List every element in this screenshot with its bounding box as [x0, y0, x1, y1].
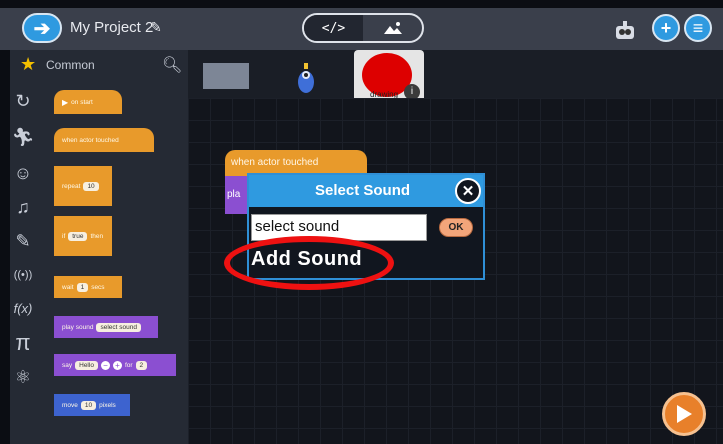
control-category-icon[interactable]: ↻ [10, 88, 36, 114]
hamburger-icon: ≡ [692, 17, 704, 38]
block-label: move [62, 401, 78, 409]
code-view-label: </> [321, 20, 346, 36]
block-value[interactable]: true [68, 231, 88, 241]
looks-category-icon[interactable]: ☺ [10, 160, 36, 186]
block-label: say [62, 361, 73, 369]
block-value[interactable]: Hello [75, 360, 98, 370]
palette-block-wait[interactable]: wait 1 secs [54, 276, 122, 298]
menu-button[interactable]: ≡ [684, 14, 712, 42]
palette-block-play-sound[interactable]: play sound select sound [54, 316, 158, 338]
physics-category-icon[interactable]: ⚛ [10, 364, 36, 390]
block-value[interactable]: 1 [76, 282, 89, 292]
code-view-tab[interactable]: </> [304, 15, 363, 41]
block-suffix: for [124, 361, 133, 369]
back-arrow-icon: ➔ [33, 17, 51, 40]
stage-view-tab[interactable] [363, 15, 422, 41]
pen-category-icon[interactable]: ✎ [10, 228, 36, 254]
drawing-thumbnail[interactable]: drawing i [354, 50, 424, 102]
block-label: repeat [62, 182, 81, 190]
palette-block-repeat[interactable]: repeat 10 [54, 166, 112, 206]
palette-block-when-actor-touched[interactable]: when actor touched [54, 128, 154, 152]
close-button[interactable]: ✕ [455, 178, 481, 204]
dialog-title: Select Sound [315, 182, 411, 199]
back-button[interactable]: ➔ [22, 13, 62, 43]
block-label: play sound [62, 323, 94, 331]
edit-pencil-icon[interactable]: ✎ [150, 19, 162, 36]
math-category-icon[interactable]: π [10, 330, 36, 356]
app-root: ➔ My Project 2 ✎ </> + ≡ ★ Common 🔍︎ ↻ 🏃… [0, 0, 723, 444]
block-suffix: pixels [99, 401, 116, 409]
block-label: wait [62, 283, 74, 291]
play-button[interactable] [662, 392, 706, 436]
dialog-header: Select Sound ✕ [249, 175, 483, 207]
workspace-block-play-sound[interactable]: pla [225, 176, 249, 214]
ok-button[interactable]: OK [439, 218, 473, 237]
block-value[interactable]: select sound [96, 322, 141, 332]
palette-block-move[interactable]: move 10 pixels [54, 394, 130, 416]
motion-category-icon[interactable]: 🏃︎ [10, 124, 36, 150]
block-label: when actor touched [231, 157, 319, 168]
block-label: when actor touched [62, 136, 119, 144]
block-suffix: secs [91, 283, 105, 291]
plus-icon: + [660, 17, 672, 38]
category-title: Common [46, 58, 95, 72]
project-title[interactable]: My Project 2 [70, 19, 153, 36]
search-icon[interactable]: 🔍︎ [162, 55, 182, 75]
block-label: on start [71, 98, 93, 106]
functions-category-icon[interactable]: f(x) [10, 296, 36, 322]
landscape-icon [383, 22, 402, 34]
minus-icon[interactable]: − [100, 360, 110, 370]
sensing-category-icon[interactable]: ((•)) [10, 262, 36, 288]
plus-icon[interactable]: + [112, 360, 122, 370]
play-icon: ▶ [62, 97, 69, 107]
top-bar: ➔ My Project 2 ✎ </> + ≡ [0, 8, 723, 50]
sound-category-icon[interactable]: ♫ [10, 194, 36, 220]
highlight-annotation [224, 236, 394, 290]
block-label: pla [227, 189, 241, 200]
view-toggle[interactable]: </> [302, 13, 424, 43]
block-value[interactable]: 10 [83, 181, 99, 191]
block-value[interactable]: 10 [80, 400, 97, 410]
robot-actor-thumbnail[interactable] [294, 62, 318, 96]
palette-block-say[interactable]: say Hello − + for 2 [54, 354, 176, 376]
block-label: if [62, 232, 66, 240]
palette-block-if[interactable]: if true then [54, 216, 112, 256]
close-icon: ✕ [461, 183, 475, 200]
palette-block-on-start[interactable]: ▶ on start [54, 90, 122, 114]
add-button[interactable]: + [652, 14, 680, 42]
background-thumbnail[interactable] [203, 63, 249, 89]
play-icon [677, 405, 692, 423]
asset-bar [188, 50, 723, 98]
block-suffix: then [90, 232, 104, 240]
star-icon: ★ [20, 54, 37, 74]
block-value-2[interactable]: 2 [135, 360, 148, 370]
stage-robot-icon[interactable] [612, 20, 638, 42]
